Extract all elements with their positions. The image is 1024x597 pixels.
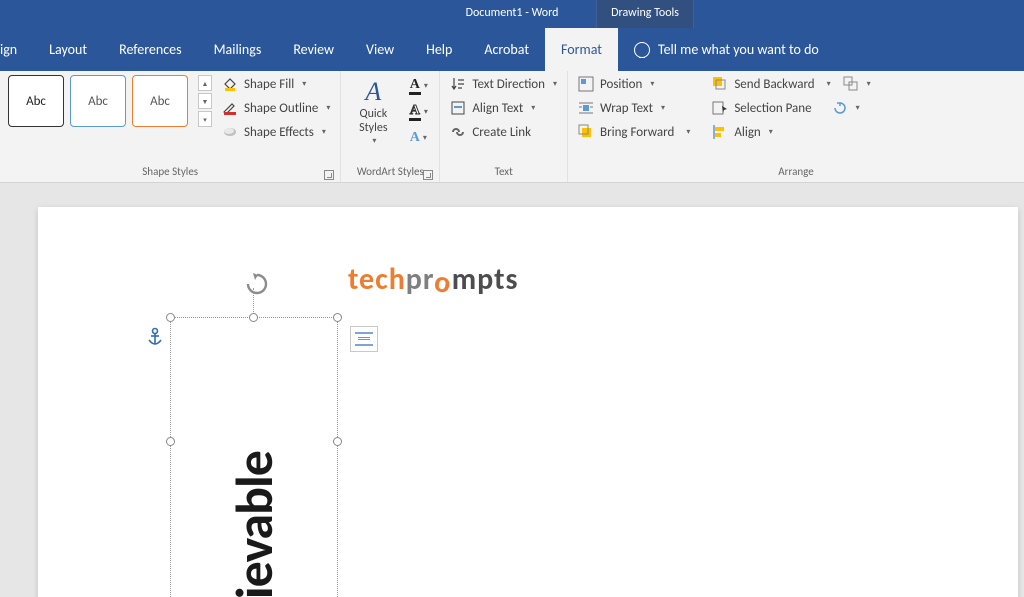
wrap-text-button[interactable]: Wrap Text▾ (576, 99, 692, 117)
document-area[interactable]: techprompts believable (0, 183, 1024, 597)
shape-style-gallery[interactable]: Abc Abc Abc ▲ ▼ ▾ (8, 75, 212, 127)
bring-forward-icon (578, 124, 594, 140)
align-text-icon (450, 100, 466, 116)
align-icon (712, 124, 728, 140)
title-bar: Document1 - Word Drawing Tools (0, 0, 1024, 28)
gallery-row-down[interactable]: ▼ (198, 93, 212, 109)
selection-pane-button[interactable]: Selection Pane ▾ (710, 99, 872, 117)
document-title: Document1 - Word (0, 6, 1024, 20)
create-link-button[interactable]: Create Link (448, 123, 559, 141)
tab-layout[interactable]: Layout (33, 28, 103, 71)
textbox-text[interactable]: believable (222, 451, 286, 597)
quick-styles-button[interactable]: A Quick Styles ▾ (349, 75, 397, 146)
pen-icon (222, 100, 238, 116)
shape-preset-3[interactable]: Abc (132, 75, 188, 127)
bring-forward-button[interactable]: Bring Forward▾ (576, 123, 692, 141)
watermark-logo: techprompts (348, 261, 518, 298)
send-backward-icon (712, 76, 728, 92)
group-shape-styles: Abc Abc Abc ▲ ▼ ▾ Shape Fill▾ Shape Outl… (0, 71, 341, 182)
contextual-tab-label: Drawing Tools (596, 0, 694, 28)
tab-review[interactable]: Review (277, 28, 350, 71)
resize-handle-w[interactable] (166, 437, 175, 446)
position-icon (578, 76, 594, 92)
group-icon[interactable] (843, 76, 859, 92)
group-arrange: Position▾ Wrap Text▾ Bring Forward▾ Send (568, 71, 1024, 182)
tab-view[interactable]: View (350, 28, 410, 71)
page[interactable]: techprompts believable (38, 207, 1018, 597)
group-text: Text Direction▾ Align Text▾ Create Link … (440, 71, 568, 182)
shape-preset-2[interactable]: Abc (70, 75, 126, 127)
wordart-a-icon: A (365, 79, 381, 105)
resize-handle-e[interactable] (333, 437, 342, 446)
dialog-launcher-icon[interactable] (423, 170, 433, 180)
tab-design[interactable]: ign (0, 28, 33, 71)
tab-format[interactable]: Format (545, 28, 618, 71)
selection-pane-icon (712, 100, 728, 116)
layout-options-icon (355, 332, 373, 346)
ribbon-tabs: ign Layout References Mailings Review Vi… (0, 28, 1024, 71)
wrap-text-icon (578, 100, 594, 116)
tab-references[interactable]: References (103, 28, 197, 71)
group-label-shape-styles: Shape Styles (8, 163, 332, 182)
text-effects-button[interactable]: A▾ (405, 127, 431, 149)
link-icon (450, 124, 466, 140)
resize-handle-n[interactable] (249, 313, 258, 322)
resize-handle-ne[interactable] (333, 313, 342, 322)
align-objects-button[interactable]: Align▾ (710, 123, 872, 141)
anchor-icon[interactable] (146, 327, 164, 352)
group-label-wordart: WordArt Styles (349, 163, 431, 182)
send-backward-button[interactable]: Send Backward▾ ▾ (710, 75, 872, 93)
group-label-arrange: Arrange (576, 163, 1016, 182)
tell-me-search[interactable]: Tell me what you want to do (634, 41, 819, 58)
selected-textbox[interactable]: believable (170, 317, 338, 597)
tell-me-label: Tell me what you want to do (658, 41, 819, 58)
text-outline-button[interactable]: A▾ (405, 101, 431, 123)
tab-acrobat[interactable]: Acrobat (468, 28, 545, 71)
shape-preset-1[interactable]: Abc (8, 75, 64, 127)
text-direction-icon (450, 76, 466, 92)
shape-outline-button[interactable]: Shape Outline▾ (220, 99, 332, 117)
tab-mailings[interactable]: Mailings (198, 28, 278, 71)
rotate-icon[interactable] (832, 100, 848, 116)
shape-fill-button[interactable]: Shape Fill▾ (220, 75, 332, 93)
effects-icon (222, 124, 238, 140)
position-button[interactable]: Position▾ (576, 75, 692, 93)
layout-options-button[interactable] (350, 326, 378, 352)
resize-handle-nw[interactable] (166, 313, 175, 322)
align-text-button[interactable]: Align Text▾ (448, 99, 559, 117)
tab-help[interactable]: Help (410, 28, 468, 71)
text-direction-button[interactable]: Text Direction▾ (448, 75, 559, 93)
gallery-more[interactable]: ▾ (198, 111, 212, 127)
lightbulb-icon (634, 42, 650, 58)
group-label-text: Text (448, 163, 559, 182)
bucket-icon (222, 76, 238, 92)
shape-effects-button[interactable]: Shape Effects▾ (220, 123, 332, 141)
dialog-launcher-icon[interactable] (324, 170, 334, 180)
group-wordart-styles: A Quick Styles ▾ A▾ A▾ A▾ WordArt Styles (341, 71, 440, 182)
rotation-handle-icon[interactable] (244, 271, 270, 302)
text-fill-button[interactable]: A▾ (405, 75, 431, 97)
gallery-row-up[interactable]: ▲ (198, 75, 212, 91)
ribbon: Abc Abc Abc ▲ ▼ ▾ Shape Fill▾ Shape Outl… (0, 71, 1024, 183)
